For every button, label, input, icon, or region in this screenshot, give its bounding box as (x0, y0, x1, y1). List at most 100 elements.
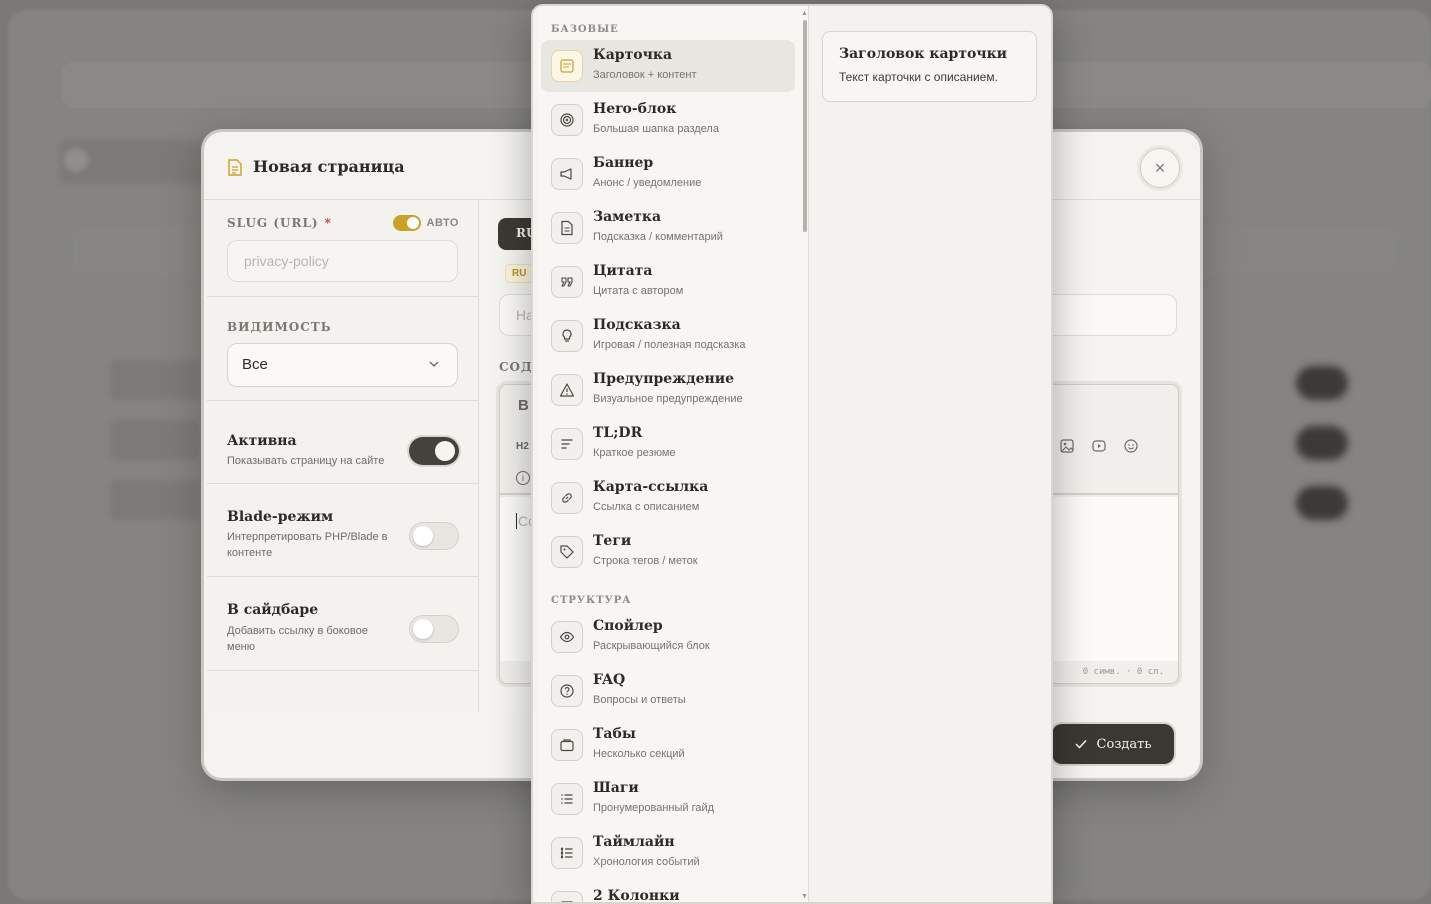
group-label: БАЗОВЫЕ (551, 24, 619, 35)
block-description: Ссылка с описанием (593, 501, 700, 513)
required-mark: * (324, 216, 332, 230)
blade-toggle[interactable] (409, 522, 459, 550)
block-item[interactable]: 2 Колонки (541, 881, 795, 902)
question-icon (551, 675, 583, 707)
option-active-title: Активна (227, 433, 297, 449)
block-item[interactable]: Баннер Анонс / уведомление (541, 148, 795, 200)
block-item[interactable]: TL;DR Краткое резюме (541, 418, 795, 470)
background-toggle-3 (1296, 486, 1348, 520)
block-description: Несколько секций (593, 748, 685, 760)
link-icon (551, 482, 583, 514)
option-sidebar-title: В сайдбаре (227, 602, 319, 618)
block-title: Карта-ссылка (593, 479, 709, 495)
emoji-icon[interactable] (1124, 439, 1138, 453)
slug-input[interactable]: privacy-policy (227, 240, 458, 282)
block-item[interactable]: Предупреждение Визуальное предупреждение (541, 364, 795, 416)
create-button-label: Создать (1096, 736, 1152, 752)
megaphone-icon (551, 158, 583, 190)
visibility-section: ВИДИМОСТЬ Все (207, 297, 479, 401)
option-sidebar: В сайдбаре Добавить ссылку в боковое мен… (207, 577, 479, 671)
preview-title: Заголовок карточки (839, 46, 1008, 62)
block-description: Анонс / уведомление (593, 177, 702, 189)
option-blade-desc: Интерпретировать PHP/Blade в контенте (227, 531, 388, 559)
block-title: Hero-блок (593, 101, 677, 117)
eye-icon (551, 621, 583, 653)
option-active-desc: Показывать страницу на сайте (227, 455, 385, 467)
block-list: ▲ ▼ БАЗОВЫЕ Карточка Заголовок + контент He… (537, 6, 809, 902)
timeline-icon (551, 837, 583, 869)
card-icon (551, 50, 583, 82)
block-item[interactable]: Таймлайн Хронология событий (541, 827, 795, 879)
block-title: Баннер (593, 155, 654, 171)
settings-sidebar: SLUG (URL) * АВТО privacy-policy ВИДИМОСТ… (207, 200, 479, 712)
background-toggle-1 (1296, 366, 1348, 400)
block-description: Краткое резюме (593, 447, 676, 459)
tag-icon (551, 536, 583, 568)
warning-icon (551, 374, 583, 406)
scroll-down-arrow[interactable]: ▼ (801, 893, 808, 900)
slug-section: SLUG (URL) * АВТО privacy-policy (207, 200, 479, 297)
block-description: Заголовок + контент (593, 69, 697, 81)
block-picker: ▲ ▼ БАЗОВЫЕ Карточка Заголовок + контент He… (531, 4, 1053, 904)
create-button[interactable]: Создать (1052, 724, 1174, 764)
block-title: FAQ (593, 672, 626, 688)
option-sidebar-desc: Добавить ссылку в боковое меню (227, 625, 368, 653)
visibility-label: ВИДИМОСТЬ (227, 320, 332, 334)
block-description: Визуальное предупреждение (593, 393, 743, 405)
block-item[interactable]: Шаги Пронумерованный гайд (541, 773, 795, 825)
block-title: Таймлайн (593, 834, 675, 850)
block-title: Подсказка (593, 317, 681, 333)
scroll-up-arrow[interactable]: ▲ (801, 10, 808, 17)
image-icon[interactable] (1060, 439, 1074, 453)
background-row-2 (110, 420, 200, 460)
close-button[interactable]: × (1140, 148, 1180, 188)
slug-label-text: SLUG (URL) (227, 216, 319, 230)
block-item[interactable]: Цитата Цитата с автором (541, 256, 795, 308)
block-title: Табы (593, 726, 636, 742)
auto-slug-toggle[interactable]: АВТО (392, 215, 459, 231)
video-icon[interactable] (1092, 439, 1106, 453)
block-item[interactable]: Карточка Заголовок + контент (541, 40, 795, 92)
info-button[interactable]: i (516, 471, 530, 485)
background-row-1 (110, 360, 200, 400)
block-item[interactable]: FAQ Вопросы и ответы (541, 665, 795, 717)
list-icon (551, 783, 583, 815)
folder-icon (551, 729, 583, 761)
close-icon: × (1154, 157, 1166, 178)
block-description: Вопросы и ответы (593, 694, 686, 706)
target-icon (551, 104, 583, 136)
auto-toggle-switch[interactable] (392, 215, 421, 231)
option-active: Активна Показывать страницу на сайте (207, 401, 479, 484)
lines-icon (551, 428, 583, 460)
visibility-value: Все (242, 356, 268, 373)
preview-text: Текст карточки с описанием. (839, 70, 998, 84)
scrollbar-thumb[interactable] (803, 20, 807, 232)
block-item[interactable]: Спойлер Раскрывающийся блок (541, 611, 795, 663)
background-row-3 (110, 480, 200, 520)
quote-icon (551, 266, 583, 298)
active-toggle[interactable] (409, 437, 459, 465)
block-description: Цитата с автором (593, 285, 684, 297)
bold-button[interactable]: B (518, 397, 529, 414)
block-item[interactable]: Табы Несколько секций (541, 719, 795, 771)
block-item[interactable]: Hero-блок Большая шапка раздела (541, 94, 795, 146)
heading-2-button[interactable]: H2 (516, 441, 529, 452)
slug-label: SLUG (URL) * (227, 216, 332, 230)
preview-card: Заголовок карточки Текст карточки с опис… (822, 31, 1037, 102)
background-icon (64, 148, 88, 172)
block-description: Хронология событий (593, 856, 700, 868)
sidebar-toggle[interactable] (409, 615, 459, 643)
visibility-select[interactable]: Все (227, 343, 458, 387)
columns-icon (551, 891, 583, 902)
block-item[interactable]: Теги Строка тегов / меток (541, 526, 795, 578)
block-item[interactable]: Карта-ссылка Ссылка с описанием (541, 472, 795, 524)
background-toggle-2 (1296, 426, 1348, 460)
block-title: Предупреждение (593, 371, 735, 387)
block-item[interactable]: Заметка Подсказка / комментарий (541, 202, 795, 254)
block-item[interactable]: Подсказка Игровая / полезная подсказка (541, 310, 795, 362)
check-icon (1075, 739, 1087, 749)
block-description: Большая шапка раздела (593, 123, 719, 135)
group-label: СТРУКТУРА (551, 595, 632, 606)
lightbulb-icon (551, 320, 583, 352)
block-title: Шаги (593, 780, 639, 796)
